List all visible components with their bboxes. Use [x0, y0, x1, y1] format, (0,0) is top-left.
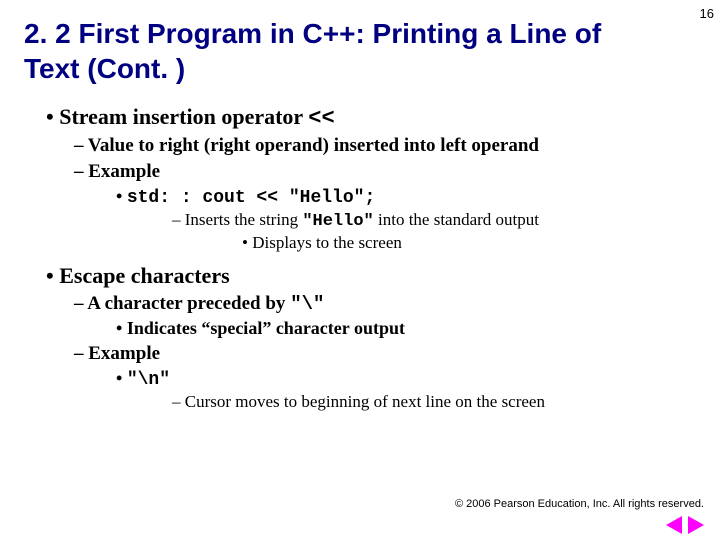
bullet-displays-screen: Displays to the screen: [242, 233, 690, 253]
nav-controls: [666, 516, 704, 534]
operator-ltlt: <<: [308, 106, 334, 131]
slide-title: 2. 2 First Program in C++: Printing a Li…: [0, 0, 640, 94]
next-slide-icon[interactable]: [688, 516, 704, 534]
bullet-value-to-right: Value to right (right operand) inserted …: [74, 135, 690, 157]
text: into the standard output: [374, 210, 539, 229]
slide-body: Stream insertion operator << Value to ri…: [0, 104, 720, 412]
text: A character preceded by: [87, 293, 290, 314]
copyright-text: © 2006 Pearson Education, Inc. All right…: [455, 498, 704, 510]
bullet-example-2: Example "\n" Cursor moves to beginning o…: [74, 343, 690, 412]
text: Escape characters: [59, 263, 229, 288]
text: Stream insertion operator: [59, 104, 308, 129]
code-cout-hello: std: : cout << "Hello"; Inserts the stri…: [116, 186, 690, 253]
page-number: 16: [700, 6, 714, 21]
text: Example: [88, 161, 160, 182]
prev-slide-icon[interactable]: [666, 516, 682, 534]
bullet-inserts-string: Inserts the string "Hello" into the stan…: [172, 210, 690, 253]
text: Inserts the string: [185, 210, 303, 229]
code-backslash: "\": [290, 293, 324, 315]
code-newline: "\n" Cursor moves to beginning of next l…: [116, 368, 690, 412]
bullet-stream-insertion: Stream insertion operator << Value to ri…: [46, 104, 690, 253]
bullet-escape-characters: Escape characters A character preceded b…: [46, 263, 690, 412]
code-text: std: : cout << "Hello";: [127, 188, 375, 208]
bullet-preceded-by: A character preceded by "\" Indicates “s…: [74, 293, 690, 339]
text: Example: [88, 343, 160, 364]
bullet-indicates-special: Indicates “special” character output: [116, 318, 690, 339]
bullet-example-1: Example std: : cout << "Hello"; Inserts …: [74, 161, 690, 253]
bullet-cursor-moves: Cursor moves to beginning of next line o…: [172, 392, 690, 412]
code-text: "\n": [127, 370, 170, 390]
code-hello: "Hello": [302, 212, 373, 231]
